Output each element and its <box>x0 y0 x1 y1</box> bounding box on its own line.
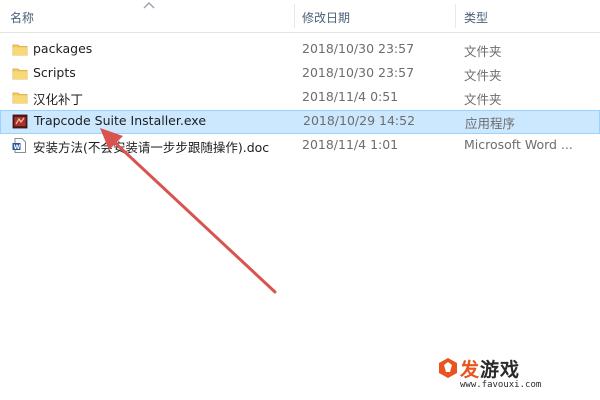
file-row-packages[interactable]: packages 2018/10/30 23:57 文件夹 <box>0 38 600 62</box>
site-watermark: 发游戏 www.favouxi.com <box>438 355 558 395</box>
exe-icon <box>12 114 28 129</box>
watermark-brand-rest: 游戏 <box>480 359 521 381</box>
file-type: Microsoft Word ... <box>464 137 573 152</box>
file-type: 文件夹 <box>464 44 502 59</box>
file-name: packages <box>33 41 93 56</box>
column-header-name[interactable]: 名称 <box>10 9 34 26</box>
file-name: Trapcode Suite Installer.exe <box>34 113 207 128</box>
file-date: 2018/10/29 14:52 <box>303 113 416 128</box>
folder-icon <box>12 68 28 80</box>
column-divider[interactable] <box>294 4 295 28</box>
file-type: 文件夹 <box>464 92 502 107</box>
sort-ascending-icon <box>143 2 155 9</box>
svg-text:W: W <box>14 144 21 151</box>
word-doc-icon: W <box>12 138 26 153</box>
file-row-install-guide-doc[interactable]: W 安装方法(不会安装请一步步跟随操作).doc 2018/11/4 1:01 … <box>0 134 600 158</box>
file-name: 汉化补丁 <box>33 92 84 107</box>
column-divider[interactable] <box>455 4 456 28</box>
file-row-scripts[interactable]: Scripts 2018/10/30 23:57 文件夹 <box>0 62 600 86</box>
file-type: 应用程序 <box>465 116 516 131</box>
file-date: 2018/11/4 1:01 <box>302 137 399 152</box>
file-row-trapcode-installer[interactable]: Trapcode Suite Installer.exe 2018/10/29 … <box>0 110 600 134</box>
watermark-url: www.favouxi.com <box>460 380 542 390</box>
file-date: 2018/11/4 0:51 <box>302 89 399 104</box>
file-date: 2018/10/30 23:57 <box>302 41 415 56</box>
file-type: 文件夹 <box>464 68 502 83</box>
file-row-chinese-patch[interactable]: 汉化补丁 2018/11/4 0:51 文件夹 <box>0 86 600 110</box>
column-header-type[interactable]: 类型 <box>464 9 488 26</box>
watermark-brand: 发游戏 <box>460 355 520 382</box>
column-header-date[interactable]: 修改日期 <box>302 9 350 26</box>
column-header-bar: 名称 修改日期 类型 <box>0 0 600 33</box>
folder-icon <box>12 92 28 104</box>
file-list: packages 2018/10/30 23:57 文件夹 Scripts 20… <box>0 38 600 158</box>
brand-logo-icon <box>439 358 457 378</box>
file-name: 安装方法(不会安装请一步步跟随操作).doc <box>33 140 270 155</box>
file-name: Scripts <box>33 65 76 80</box>
file-date: 2018/10/30 23:57 <box>302 65 415 80</box>
watermark-brand-accent: 发 <box>460 359 481 381</box>
folder-icon <box>12 44 28 56</box>
